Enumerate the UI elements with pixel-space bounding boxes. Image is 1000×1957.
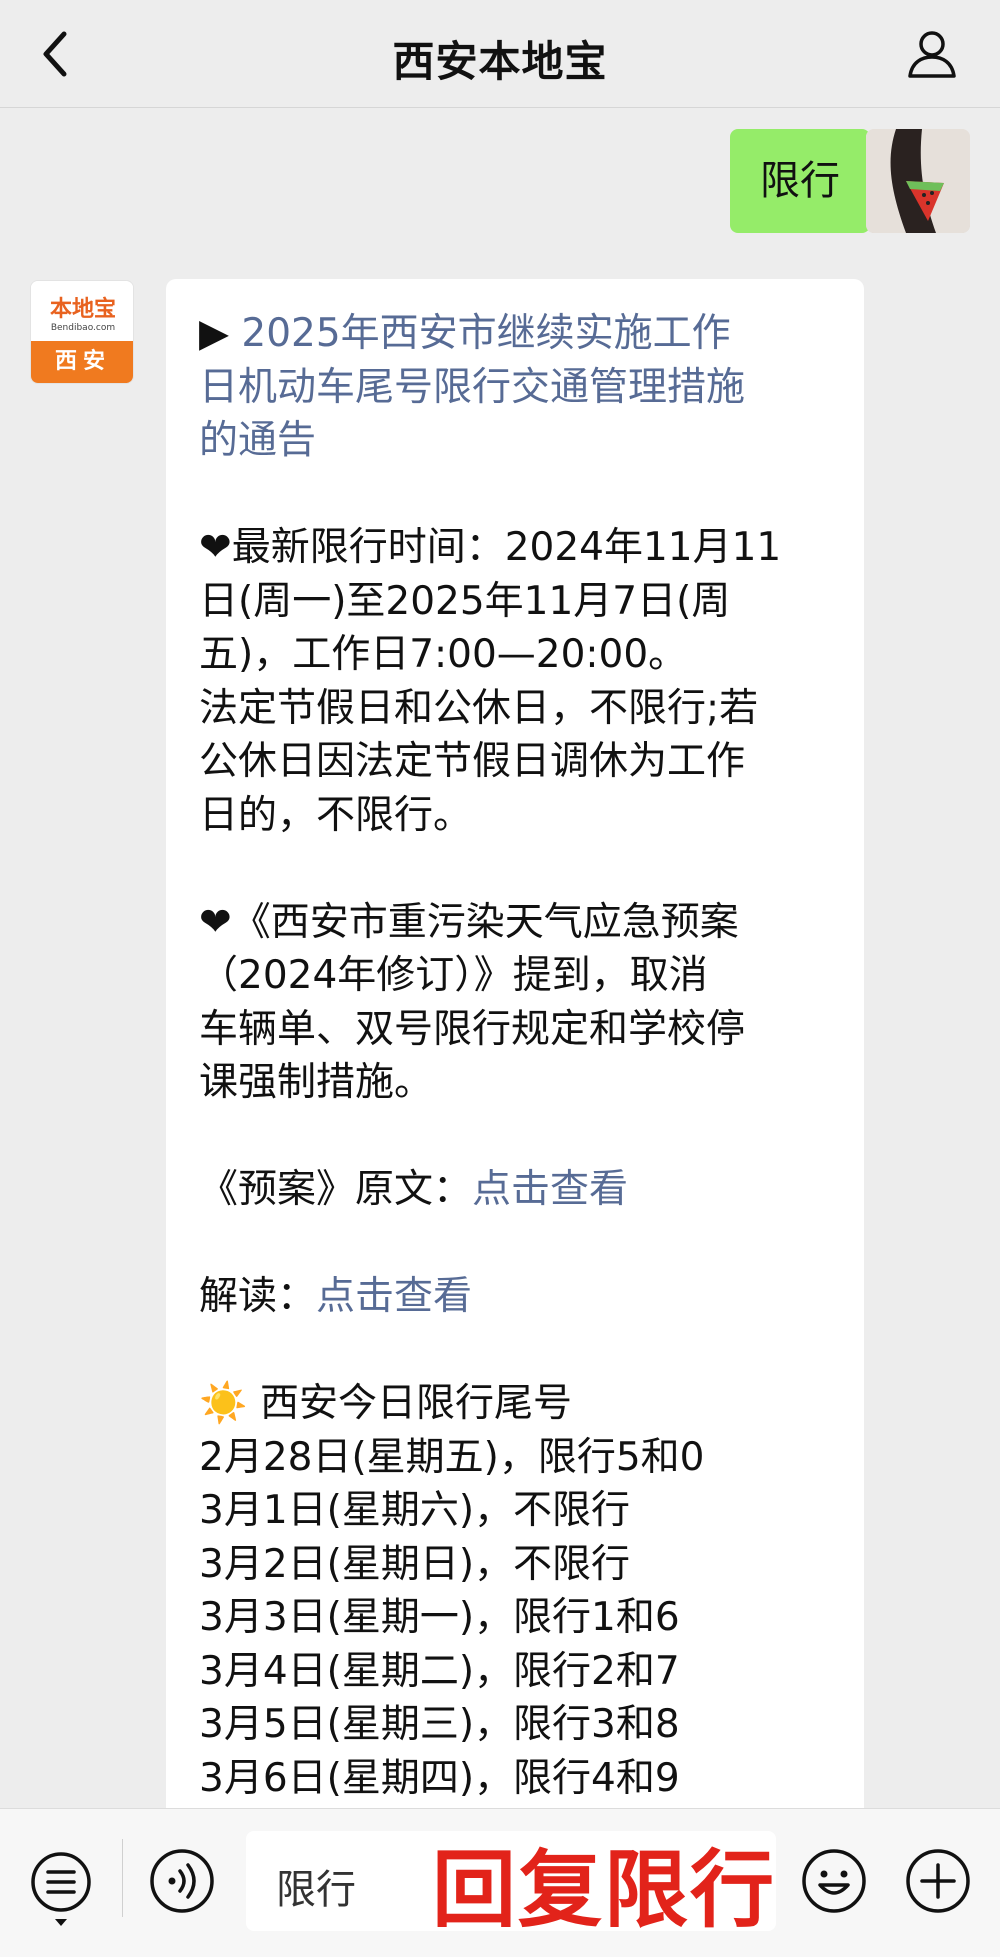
menu-list-icon[interactable] (28, 1849, 94, 1929)
plus-icon[interactable] (904, 1847, 972, 1915)
interpretation-label: 解读： (199, 1274, 317, 1319)
user-avatar[interactable] (866, 129, 970, 233)
chat-area[interactable]: 限行 本地宝 Bendibao.com 西安 ▶ 2025年西安市继续实施工作 … (0, 109, 1000, 1839)
official-account-avatar[interactable]: 本地宝 Bendibao.com 西安 (30, 280, 134, 384)
avatar-city-label: 西安 (31, 341, 133, 383)
restriction-time-line: ❤最新限行时间：2024年11月11 (199, 521, 834, 575)
heart-icon: ❤ (199, 525, 232, 570)
input-toolbar: 限行 回复限行 (0, 1808, 1000, 1957)
holiday-rule-text: 日的，不限行。 (199, 792, 473, 838)
play-arrow-icon: ▶ (199, 311, 229, 356)
emoji-icon[interactable] (800, 1847, 868, 1915)
chat-title: 西安本地宝 (392, 37, 608, 86)
interpretation-link[interactable]: 点击查看 (316, 1274, 472, 1319)
plan-note-text: 车辆单、双号限行规定和学校停 (199, 1006, 746, 1052)
avatar-logo-url: Bendibao.com (50, 323, 116, 333)
restriction-time-text: 最新限行时间：2024年11月11 (231, 525, 782, 570)
plan-original-label: 《预案》原文： (199, 1167, 473, 1212)
heart-icon: ❤ (199, 899, 232, 945)
message-input-value: 限行 (276, 1867, 356, 1913)
holiday-rule-text: 法定节假日和公休日，不限行;若 (199, 685, 759, 731)
plan-note-text: （2024年修订）》提到，取消 (199, 953, 708, 998)
schedule-item: 3月1日(星期六)，不限行 (199, 1488, 631, 1533)
avatar-logo: 本地宝 Bendibao.com (31, 281, 133, 343)
schedule-item: 3月4日(星期二)，限行2和7 (199, 1648, 680, 1694)
headline-link[interactable]: 日机动车尾号限行交通管理措施 (199, 361, 834, 415)
toolbar-divider (122, 1839, 123, 1917)
plan-original-link[interactable]: 点击查看 (472, 1167, 628, 1212)
holiday-rule-text: 公休日因法定节假日调休为工作 (199, 739, 746, 784)
today-title-text: 西安今日限行尾号 (247, 1381, 572, 1426)
schedule-item: 2月28日(星期五)，限行5和0 (199, 1434, 705, 1480)
schedule-item: 3月2日(星期日)，不限行 (199, 1541, 631, 1587)
user-message-bubble[interactable]: 限行 (730, 129, 884, 233)
headline-link[interactable]: 的通告 (199, 414, 834, 468)
profile-icon[interactable] (904, 26, 960, 82)
plan-original-line: 《预案》原文：点击查看 (199, 1163, 834, 1217)
plan-note-text: 课强制措施。 (199, 1060, 434, 1105)
top-nav-bar: 西安本地宝 (0, 0, 1000, 108)
voice-input-icon[interactable] (148, 1847, 216, 1915)
restriction-time-text: 日(周一)至2025年11月7日(周 (199, 578, 731, 624)
reply-hint-overlay: 回复限行 (432, 1841, 777, 1939)
user-avatar-image (866, 129, 970, 233)
schedule-item: 3月3日(星期一)，限行1和6 (199, 1595, 680, 1640)
plan-note-line: ❤《西安市重污染天气应急预案 (199, 896, 834, 950)
bot-message-bubble[interactable]: ▶ 2025年西安市继续实施工作 日机动车尾号限行交通管理措施 的通告 ❤最新限… (166, 279, 864, 1839)
headline-link[interactable]: 2025年西安市继续实施工作 (241, 311, 730, 356)
schedule-item: 3月5日(星期三)，限行3和8 (199, 1702, 680, 1747)
restriction-time-text: 五)，工作日7:00—20:00。 (199, 632, 688, 677)
today-title-line: ☀️ 西安今日限行尾号 (199, 1377, 834, 1431)
avatar-logo-text: 本地宝 (49, 297, 116, 322)
sun-icon: ☀️ (199, 1381, 248, 1426)
schedule-item: 3月6日(星期四)，限行4和9 (199, 1755, 680, 1801)
headline-line: ▶ 2025年西安市继续实施工作 (199, 307, 834, 361)
user-message-text: 限行 (760, 158, 840, 204)
interpretation-line: 解读：点击查看 (199, 1270, 834, 1324)
plan-note-text: 《西安市重污染天气应急预案 (231, 899, 739, 945)
